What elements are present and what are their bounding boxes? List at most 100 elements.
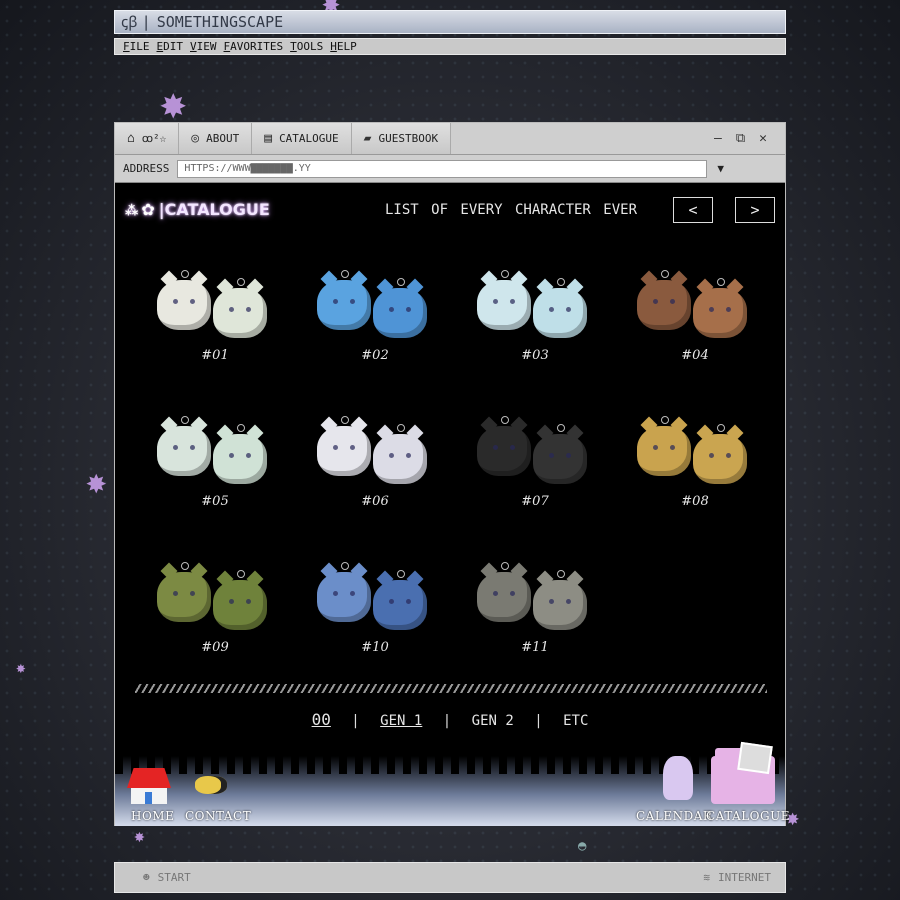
character-card[interactable]: #02 [295, 262, 455, 382]
character-number: #06 [361, 494, 389, 509]
character-number: #07 [521, 494, 549, 509]
tab-about[interactable]: ◎ ABOUT [179, 123, 253, 154]
plush-image [157, 416, 211, 476]
sparkle-decoration: ✸ [16, 658, 26, 677]
character-number: #10 [361, 640, 389, 655]
tab-about-label: ABOUT [206, 132, 240, 145]
plush-image [637, 416, 691, 476]
start-button[interactable]: ☻ START [143, 871, 191, 884]
start-label: START [157, 871, 191, 884]
plush-image [533, 278, 587, 338]
plush-image [317, 562, 371, 622]
character-number: #05 [201, 494, 229, 509]
plush-image [693, 424, 747, 484]
character-card[interactable]: #11 [455, 554, 615, 674]
character-number: #01 [201, 348, 229, 363]
turtle-decoration: ◓ [578, 838, 587, 854]
plush-image [317, 270, 371, 330]
plush-image [373, 570, 427, 630]
character-card[interactable]: #06 [295, 408, 455, 528]
tab-catalogue[interactable]: ▤ CATALOGUE [252, 123, 352, 154]
gen-1-link[interactable]: GEN 1 [380, 713, 422, 729]
character-card[interactable]: #05 [135, 408, 295, 528]
window-controls: — ⧉ ✕ [714, 123, 785, 154]
home-icon: ⌂ [127, 131, 135, 146]
title-separator: | [141, 13, 151, 31]
taskbar: ☻ START ≋ INTERNET [114, 862, 786, 893]
internet-status[interactable]: ≋ INTERNET [703, 871, 771, 884]
page-content: ⁂ ✿ |CATALOGUE LIST OF EVERY CHARACTER EVE… [115, 184, 789, 826]
close-icon[interactable]: ✕ [759, 131, 767, 146]
plush-image [533, 570, 587, 630]
etc-link[interactable]: ETC [563, 713, 588, 729]
plush-image [477, 562, 531, 622]
character-number: #03 [521, 348, 549, 363]
menu-tools[interactable]: TOOLS [290, 40, 323, 53]
tab-guestbook[interactable]: ▰ GUESTBOOK [351, 123, 452, 154]
plush-image [637, 270, 691, 330]
contact-link[interactable]: CONTACT [185, 809, 251, 823]
character-grid: #01 #02 #03 #04 #05 #06 #07 #08 #09 #10 #11 [115, 184, 785, 826]
plush-image [533, 424, 587, 484]
gen-00-link[interactable]: 00 [312, 710, 331, 729]
restore-icon[interactable]: ⧉ [736, 131, 745, 146]
plush-image [213, 570, 267, 630]
home-icon[interactable] [127, 768, 171, 804]
tab-catalogue-label: CATALOGUE [279, 132, 339, 145]
plush-image [477, 416, 531, 476]
app-title-bar: ꞔꞵ | SOMETHINGSCAPE [114, 10, 786, 34]
separator: | [534, 713, 543, 729]
document-icon: ▤ [264, 131, 273, 146]
catalogue-folder-icon[interactable] [711, 741, 775, 804]
character-card[interactable]: #08 [615, 408, 775, 528]
sparkle-decoration: ✸ [86, 462, 107, 502]
menu-favorites[interactable]: FAVORITES [224, 40, 284, 53]
home-link[interactable]: HOME [131, 809, 174, 823]
character-card[interactable]: #09 [135, 554, 295, 674]
app-logo-icon: ꞔꞵ [121, 13, 138, 31]
tab-guestbook-label: GUESTBOOK [378, 132, 439, 145]
address-input[interactable]: HTTPS://WWW▇▇▇▇▇▇▇.YY [177, 159, 708, 178]
address-dropdown-icon[interactable]: ▼ [717, 162, 724, 175]
contact-icon[interactable] [195, 776, 227, 794]
divider-hatch [135, 684, 767, 693]
character-number: #02 [361, 348, 389, 363]
plush-image [693, 278, 747, 338]
plush-image [373, 424, 427, 484]
plush-image [317, 416, 371, 476]
wifi-icon: ≋ [703, 871, 711, 884]
browser-window: ⌂ ꝏ²☆ ◎ ABOUT ▤ CATALOGUE ▰ GUESTBOOK — … [114, 122, 789, 826]
menu-view[interactable]: VIEW [190, 40, 217, 53]
app-title: SOMETHINGSCAPE [156, 13, 284, 31]
menu-edit[interactable]: EDIT [157, 40, 184, 53]
user-icon: ☻ [143, 871, 150, 884]
character-number: #04 [681, 348, 709, 363]
calendar-icon[interactable] [663, 756, 693, 800]
address-bar: ADDRESS HTTPS://WWW▇▇▇▇▇▇▇.YY ▼ [115, 155, 785, 183]
catalogue-link[interactable]: CATALOGUE [706, 809, 790, 823]
tab-bar: ⌂ ꝏ²☆ ◎ ABOUT ▤ CATALOGUE ▰ GUESTBOOK — … [115, 123, 785, 155]
menu-file[interactable]: FILE [123, 40, 150, 53]
character-card[interactable]: #04 [615, 262, 775, 382]
plush-image [157, 562, 211, 622]
tab-home[interactable]: ⌂ ꝏ²☆ [115, 123, 180, 154]
plush-image [213, 278, 267, 338]
gen-2-link[interactable]: GEN 2 [472, 713, 514, 729]
character-card[interactable]: #10 [295, 554, 455, 674]
character-card[interactable]: #01 [135, 262, 295, 382]
character-number: #09 [201, 640, 229, 655]
chat-icon: ▰ [363, 131, 372, 146]
menu-help[interactable]: HELP [330, 40, 357, 53]
plush-image [213, 424, 267, 484]
character-number: #08 [681, 494, 709, 509]
generation-nav: 00 | GEN 1 | GEN 2 | ETC [115, 710, 785, 729]
plush-image [157, 270, 211, 330]
character-card[interactable]: #03 [455, 262, 615, 382]
calendar-link[interactable]: CALENDAR [636, 809, 712, 823]
plush-image [373, 278, 427, 338]
minimize-icon[interactable]: — [714, 131, 722, 146]
separator: | [351, 713, 360, 729]
address-label: ADDRESS [123, 162, 170, 175]
character-card[interactable]: #07 [455, 408, 615, 528]
plush-image [477, 270, 531, 330]
